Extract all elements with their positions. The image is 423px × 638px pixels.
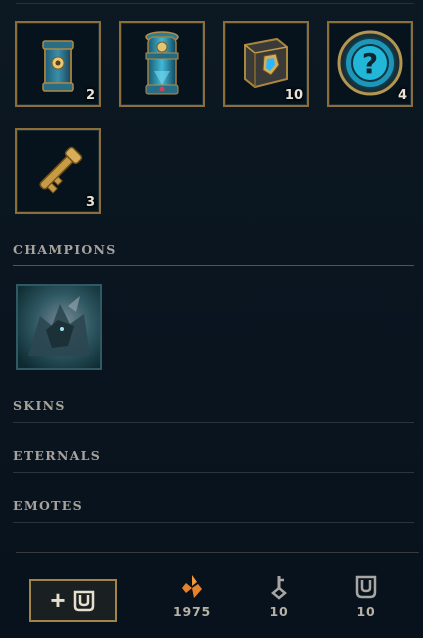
plus-icon: + [50, 585, 66, 615]
item-count: 4 [397, 88, 407, 103]
loot-item-chest[interactable]: 10 [223, 21, 309, 107]
orb-capsule-icon [145, 31, 179, 95]
loot-item-key[interactable]: 3 [15, 128, 101, 214]
chest-icon [355, 575, 377, 599]
top-divider [16, 3, 414, 4]
section-divider [13, 422, 414, 423]
chest-slot-icon [73, 590, 94, 611]
key-fragment-icon [271, 576, 287, 600]
currency-orange-essence: 1975 [162, 574, 222, 619]
loot-item-mystery[interactable]: ? 4 [327, 21, 413, 107]
champion-shard[interactable] [16, 284, 102, 370]
currency-key-fragments: 10 [249, 574, 309, 619]
section-title-champions: CHAMPIONS [13, 242, 117, 257]
section-title-emotes: EMOTES [13, 498, 83, 513]
section-divider [13, 522, 414, 523]
loot-item-capsule[interactable]: 2 [15, 21, 101, 107]
section-title-skins: SKINS [13, 398, 66, 413]
orange-essence-value: 1975 [173, 604, 211, 619]
section-divider [13, 265, 414, 266]
orange-essence-icon [182, 575, 202, 598]
svg-text:?: ? [362, 47, 378, 80]
currency-chests: 10 [336, 574, 396, 619]
item-count: 2 [85, 88, 95, 103]
section-divider [13, 472, 414, 473]
item-count: 3 [85, 195, 95, 210]
champion-portrait [18, 286, 100, 368]
item-count: 10 [284, 88, 303, 103]
key-fragments-value: 10 [269, 604, 289, 619]
footer-divider [16, 552, 419, 553]
add-chest-button[interactable]: + [29, 579, 117, 622]
chests-value: 10 [356, 604, 376, 619]
loot-item-orb-capsule[interactable] [119, 21, 205, 107]
section-title-eternals: ETERNALS [13, 448, 102, 463]
